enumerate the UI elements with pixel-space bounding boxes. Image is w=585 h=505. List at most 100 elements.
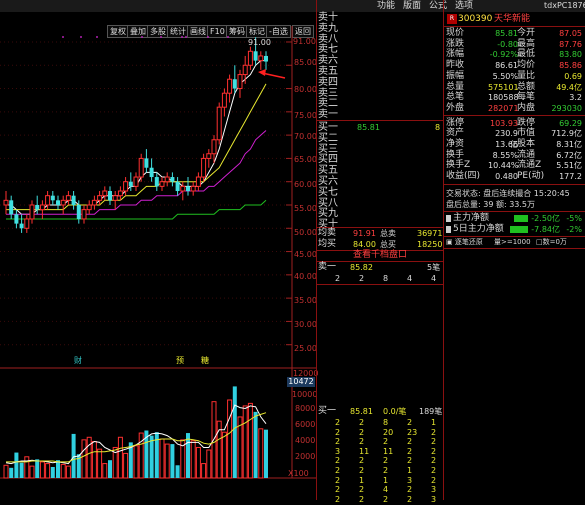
tick-cell: 2 bbox=[383, 437, 389, 447]
candle-body bbox=[65, 195, 71, 201]
tick-cell: 8 bbox=[383, 418, 389, 427]
tick-price: 85.81 bbox=[350, 407, 373, 416]
volume-bar bbox=[195, 446, 201, 479]
flow-label: 5日主力净额 bbox=[453, 224, 504, 234]
tick-cell: 2 bbox=[335, 437, 341, 447]
candle-body bbox=[128, 181, 133, 187]
sell-level-label: 卖五 bbox=[318, 66, 338, 77]
quote-label: 股本 bbox=[517, 139, 536, 149]
menu-function[interactable]: 功能 bbox=[377, 0, 395, 12]
tick-cell: 2 bbox=[335, 475, 341, 485]
client-id: tdxPC18768 bbox=[544, 1, 585, 10]
sell-level-label: 卖七 bbox=[318, 44, 338, 56]
tick-cell: 2 bbox=[359, 456, 365, 466]
tick-cell: 11 bbox=[383, 446, 394, 456]
sell-level-label: 卖四 bbox=[318, 76, 338, 88]
flow-pct: -5% bbox=[566, 214, 582, 223]
queue-cell: 4 bbox=[407, 274, 413, 283]
arrow-head bbox=[258, 69, 266, 76]
quote-label: 市值 bbox=[517, 128, 536, 139]
tick-cell: 2 bbox=[359, 418, 365, 427]
view-depth-button[interactable]: 查看千档盘口 bbox=[353, 250, 407, 261]
quote-label: 收益(四) bbox=[446, 171, 481, 182]
tick-cell: 1 bbox=[431, 418, 437, 427]
candle-body bbox=[81, 209, 87, 220]
volume-filter[interactable]: 量>=1000 bbox=[494, 237, 531, 247]
volume-bar bbox=[91, 441, 97, 479]
menu-formula[interactable]: 公式 bbox=[429, 0, 447, 12]
vol-axis-label: 10000 bbox=[292, 390, 318, 399]
volume-bar bbox=[253, 411, 258, 478]
volume-bar bbox=[3, 464, 9, 479]
vol-axis-label: 12000 bbox=[293, 369, 319, 378]
tick-count: 189笔 bbox=[419, 407, 443, 416]
tick-cell: 2 bbox=[407, 437, 413, 447]
quote-value: 8.55% bbox=[492, 150, 518, 160]
quote-value: 49.4亿 bbox=[556, 82, 582, 92]
menu-layout[interactable]: 版面 bbox=[403, 0, 421, 12]
price-axis-label: 75.00 bbox=[294, 111, 317, 120]
volume-current: 10472 bbox=[287, 377, 315, 387]
quote-value: 10.44% bbox=[488, 161, 519, 171]
volume-ma-vma10 bbox=[6, 412, 267, 463]
volume-bar bbox=[164, 443, 170, 479]
price-arrow bbox=[258, 69, 286, 79]
candle-body bbox=[3, 199, 9, 206]
event-mark-forecast[interactable]: 预 bbox=[176, 355, 184, 366]
quote-value: 69.29 bbox=[559, 118, 582, 128]
event-mark-finance[interactable]: 财 bbox=[74, 355, 82, 366]
sell-level-label: 卖一 bbox=[318, 109, 338, 121]
candle-body bbox=[76, 204, 81, 219]
quote-label: 换手Z bbox=[446, 160, 471, 171]
tick-restore-toggle[interactable]: ▣ 逐笔还原 bbox=[446, 237, 483, 247]
volume-bar bbox=[24, 456, 30, 479]
candle-body bbox=[190, 185, 196, 192]
marker-dot bbox=[80, 36, 82, 38]
candle-body bbox=[108, 191, 112, 201]
quote-label: 总笔 bbox=[446, 92, 465, 103]
candle-body bbox=[186, 186, 190, 192]
flow-pct: -2% bbox=[566, 225, 582, 234]
queue-cell: 4 bbox=[431, 274, 437, 283]
quote-value: 8.31亿 bbox=[556, 140, 582, 149]
marker-dot bbox=[62, 36, 64, 38]
quote-value: 5.50% bbox=[492, 71, 518, 81]
quote-value: 5.51亿 bbox=[556, 161, 582, 171]
candle-body bbox=[71, 195, 76, 205]
price-axis-label: 35.00 bbox=[294, 296, 317, 305]
divider bbox=[444, 211, 585, 212]
tick-cell: 2 bbox=[359, 466, 365, 475]
volume-bar bbox=[14, 452, 19, 478]
candle-body bbox=[60, 199, 66, 206]
tick-cell: 2 bbox=[431, 446, 437, 456]
tick-cell: 2 bbox=[407, 446, 413, 456]
amount-filter[interactable]: □数=0万 bbox=[536, 237, 567, 247]
menu-options[interactable]: 选项 bbox=[455, 0, 473, 12]
quote-label: 内盘 bbox=[517, 102, 536, 113]
volume-bar bbox=[175, 465, 180, 478]
candle-body bbox=[227, 78, 233, 94]
quote-value: 177.2 bbox=[559, 172, 582, 182]
candle-body bbox=[29, 204, 35, 220]
quote-value: 0.480 bbox=[495, 172, 518, 182]
tick-cell: 1 bbox=[383, 475, 389, 485]
volume-bar bbox=[71, 433, 76, 478]
avg-sell-price: 91.91 bbox=[353, 229, 376, 238]
tick-cell: 1 bbox=[359, 475, 365, 485]
tick-cell: 2 bbox=[335, 456, 341, 466]
candle-body bbox=[14, 214, 19, 224]
volume-bar bbox=[133, 445, 139, 479]
tick-cell: 2 bbox=[335, 427, 341, 437]
event-mark-sugar[interactable]: 糖 bbox=[201, 355, 209, 366]
divider bbox=[444, 248, 585, 249]
queue-cell: 8 bbox=[383, 274, 389, 283]
volume-bar bbox=[170, 444, 175, 478]
buy-level-label: 买八 bbox=[318, 197, 338, 209]
tick-cell: 2 bbox=[431, 437, 437, 447]
candle-body bbox=[258, 55, 264, 62]
tick-cell: 2 bbox=[407, 485, 413, 495]
marker-dot bbox=[227, 36, 229, 38]
avg-buy-label: 均买 bbox=[318, 239, 337, 249]
sell-level-label: 卖九 bbox=[318, 22, 338, 34]
buy-level-label: 买六 bbox=[318, 176, 338, 187]
